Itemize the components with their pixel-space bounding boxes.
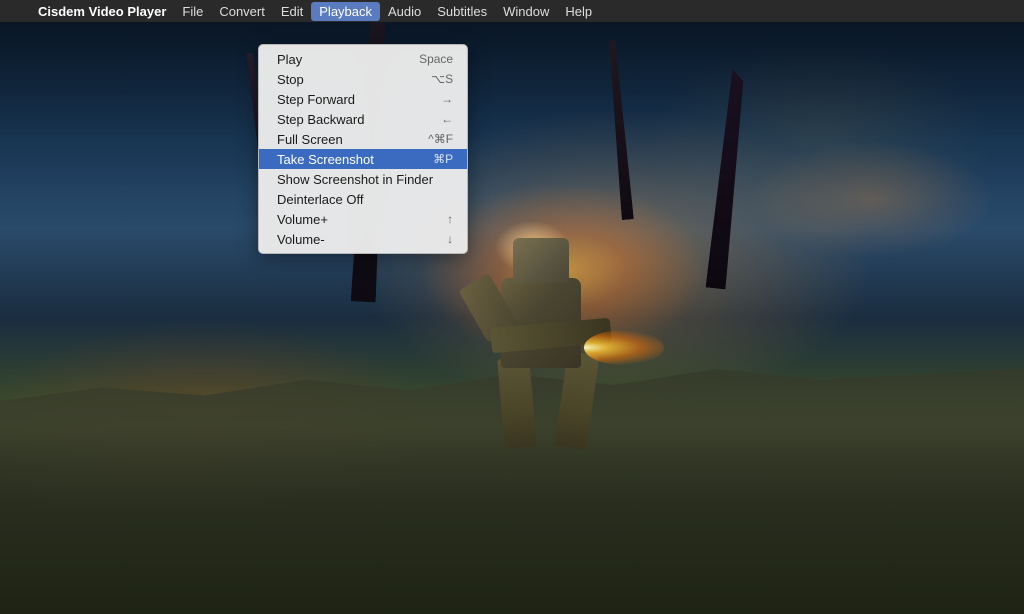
menu-window[interactable]: Window: [495, 2, 557, 21]
menu-convert[interactable]: Convert: [211, 2, 273, 21]
volume-down-label: Volume-: [277, 232, 427, 247]
step-backward-label: Step Backward: [277, 112, 421, 127]
menu-item-show-screenshot[interactable]: Show Screenshot in Finder: [259, 169, 467, 189]
mech-leg-left: [497, 357, 537, 449]
playback-dropdown-menu: Play Space Stop ⌥S Step Forward → Step B…: [258, 44, 468, 254]
menu-item-play[interactable]: Play Space: [259, 49, 467, 69]
deinterlace-label: Deinterlace Off: [277, 192, 433, 207]
play-label: Play: [277, 52, 399, 67]
spire-3: [607, 40, 635, 220]
menu-playback[interactable]: Playback: [311, 2, 380, 21]
app-name[interactable]: Cisdem Video Player: [30, 2, 174, 21]
step-forward-shortcut: →: [441, 92, 453, 106]
full-screen-label: Full Screen: [277, 132, 408, 147]
menu-item-step-forward[interactable]: Step Forward →: [259, 89, 467, 109]
menu-subtitles[interactable]: Subtitles: [429, 2, 495, 21]
menu-help[interactable]: Help: [557, 2, 600, 21]
menu-item-full-screen[interactable]: Full Screen ^⌘F: [259, 129, 467, 149]
mech-robot: [471, 208, 611, 448]
menu-item-volume-down[interactable]: Volume- ↓: [259, 229, 467, 249]
full-screen-shortcut: ^⌘F: [428, 132, 453, 146]
volume-up-label: Volume+: [277, 212, 427, 227]
take-screenshot-label: Take Screenshot: [277, 152, 413, 167]
show-screenshot-label: Show Screenshot in Finder: [277, 172, 433, 187]
muzzle-flash: [584, 330, 664, 365]
spire-4: [705, 69, 748, 290]
menu-item-volume-up[interactable]: Volume+ ↑: [259, 209, 467, 229]
menubar: Cisdem Video Player File Convert Edit Pl…: [0, 0, 1024, 22]
menu-item-take-screenshot[interactable]: Take Screenshot ⌘P: [259, 149, 467, 169]
stop-label: Stop: [277, 72, 411, 87]
menu-edit[interactable]: Edit: [273, 2, 311, 21]
menu-item-stop[interactable]: Stop ⌥S: [259, 69, 467, 89]
step-forward-label: Step Forward: [277, 92, 421, 107]
menu-audio[interactable]: Audio: [380, 2, 429, 21]
stop-shortcut: ⌥S: [431, 72, 453, 86]
take-screenshot-shortcut: ⌘P: [433, 152, 453, 166]
menu-item-step-backward[interactable]: Step Backward ←: [259, 109, 467, 129]
mech-head: [513, 238, 569, 283]
step-backward-shortcut: ←: [441, 112, 453, 126]
menu-file[interactable]: File: [174, 2, 211, 21]
video-area: Play Space Stop ⌥S Step Forward → Step B…: [0, 22, 1024, 614]
menu-item-deinterlace[interactable]: Deinterlace Off: [259, 189, 467, 209]
volume-down-shortcut: ↓: [447, 232, 453, 246]
scene-elements: [0, 22, 1024, 614]
volume-up-shortcut: ↑: [447, 212, 453, 226]
play-shortcut: Space: [419, 52, 453, 66]
